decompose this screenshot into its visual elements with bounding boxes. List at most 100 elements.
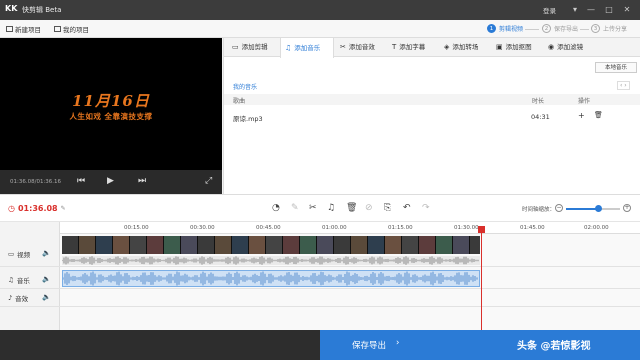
new-project-icon <box>6 26 13 32</box>
video-thumbnail <box>147 236 164 254</box>
ruler-tick: 01:15.00 <box>388 225 413 231</box>
ruler-tick: 00:45.00 <box>256 225 281 231</box>
music-clip[interactable] <box>62 270 480 287</box>
video-thumbnail <box>453 236 470 254</box>
tab-add-music[interactable]: ♫ 添加音乐 <box>280 38 334 58</box>
dropdown-icon[interactable]: ▾ <box>568 3 582 16</box>
video-thumbnail <box>317 236 334 254</box>
app-window: KK 快剪辑 Beta 登录 ▾ — □ ✕ 新建项目 我的项目 1 剪辑视频 … <box>0 0 640 360</box>
ruler-tick: 02:00.00 <box>584 225 609 231</box>
tab-add-clip[interactable]: ▭ 添加剪辑 <box>228 38 268 57</box>
track-divider <box>0 306 640 307</box>
tab-add-transition[interactable]: ◈ 添加转场 <box>440 38 478 57</box>
next-frame-icon[interactable]: ⏭ <box>138 176 146 186</box>
playhead-handle[interactable] <box>478 226 485 233</box>
step-save-export[interactable]: 2 保存导出 <box>542 24 578 33</box>
step-label: 保存导出 <box>554 26 579 33</box>
video-thumbnail <box>266 236 283 254</box>
video-thumbnail <box>164 236 181 254</box>
video-volume-icon[interactable]: 🔈 <box>42 249 51 257</box>
zoom-label: 时间轴缩放： <box>522 207 556 213</box>
video-thumbnail <box>130 236 147 254</box>
minimize-button[interactable]: — <box>584 3 598 16</box>
pencil-icon[interactable]: ✎ <box>291 203 299 213</box>
tab-label: 添加剪辑 <box>241 43 268 51</box>
playback-time: 01:36.08/01:36.16 <box>10 179 62 185</box>
step-edit-video[interactable]: 1 剪辑视频 <box>487 24 523 33</box>
fullscreen-icon[interactable]: ⤢ <box>205 176 212 186</box>
track-name: 音乐 <box>16 277 30 285</box>
track-divider <box>0 266 640 267</box>
video-thumbnail <box>402 236 419 254</box>
tab-add-cutout[interactable]: ▣ 添加抠图 <box>492 38 532 57</box>
prev-frame-icon[interactable]: ⏮ <box>77 176 85 186</box>
maximize-button[interactable]: □ <box>602 3 616 16</box>
new-project-label: 新建项目 <box>15 26 41 34</box>
music-volume-icon[interactable]: 🔈 <box>42 275 51 283</box>
bell-icon[interactable]: ♫ <box>327 203 335 213</box>
music-waveform-svg <box>62 271 478 286</box>
sfx-volume-icon[interactable]: 🔈 <box>42 293 51 301</box>
edit-time-icon[interactable]: ✎ <box>61 205 66 212</box>
playhead-line[interactable] <box>481 226 482 330</box>
clip-icon: ▭ <box>232 43 239 51</box>
time-ruler[interactable]: 00:15.00 00:30.00 00:45.00 01:00.00 01:1… <box>60 222 640 234</box>
save-export-label: 保存导出 <box>352 341 387 351</box>
transition-icon: ◈ <box>444 43 450 51</box>
trash-icon[interactable]: 🗑 <box>594 111 603 119</box>
video-thumbnail <box>96 236 113 254</box>
video-thumbnail <box>249 236 266 254</box>
copy-icon[interactable]: ⎘ <box>384 203 391 213</box>
zoom-in-icon[interactable]: + <box>623 204 631 212</box>
step-connector <box>525 29 539 30</box>
speed-icon[interactable]: ◔ <box>272 203 280 213</box>
redo-icon[interactable]: ↷ <box>422 203 430 213</box>
current-time-value: 01:36.08 <box>17 204 58 213</box>
video-thumbnail <box>62 236 79 254</box>
add-icon[interactable]: + <box>578 111 585 120</box>
video-clip[interactable] <box>62 236 480 254</box>
my-projects-button[interactable]: 我的项目 <box>54 24 89 34</box>
cutout-icon: ▣ <box>496 43 503 51</box>
col-action: 操作 <box>578 98 591 105</box>
zoom-out-icon[interactable]: − <box>555 204 563 212</box>
ruler-tick: 00:30.00 <box>190 225 215 231</box>
tab-add-filter[interactable]: ◉ 添加滤镜 <box>544 38 583 57</box>
video-thumbnail <box>368 236 385 254</box>
video-thumbnail <box>232 236 249 254</box>
undo-icon[interactable]: ↶ <box>403 203 411 213</box>
close-button[interactable]: ✕ <box>620 3 634 16</box>
tab-add-sound-effect[interactable]: ✂ 添加音效 <box>336 38 375 57</box>
track-divider <box>0 288 640 289</box>
tab-bar: ▭ 添加剪辑 ♫ 添加音乐 ✂ 添加音效 T 添加字幕 ◈ 添加转场 ▣ 添加抠图 ◉ 添加滤… <box>224 38 640 58</box>
menu-bar: 新建项目 我的项目 1 剪辑视频 2 保存导出 3 上传分享 <box>0 20 640 38</box>
media-panel: ▭ 添加剪辑 ♫ 添加音乐 ✂ 添加音效 T 添加字幕 ◈ 添加转场 ▣ 添加抠图 ◉ 添加滤… <box>223 38 640 194</box>
login-link[interactable]: 登录 <box>543 5 556 15</box>
video-waveform-svg <box>61 256 479 265</box>
new-project-button[interactable]: 新建项目 <box>6 24 41 34</box>
save-export-button[interactable]: 保存导出 › <box>320 330 640 360</box>
music-table-header: 歌曲 时长 操作 <box>224 94 640 105</box>
chevron-right-icon: › <box>396 338 400 348</box>
video-thumbnail <box>79 236 96 254</box>
video-thumbnail <box>300 236 317 254</box>
my-projects-label: 我的项目 <box>63 26 89 34</box>
scissors-icon[interactable]: ✂ <box>309 203 317 213</box>
app-logo: KK <box>5 4 18 13</box>
split-icon[interactable]: ⊘ <box>365 203 373 213</box>
music-track-icon: ♫ <box>8 276 14 284</box>
preview-title-text: 11月16日 <box>72 92 150 110</box>
local-music-button[interactable]: 本地音乐 <box>595 62 637 73</box>
song-name: 原谅.mp3 <box>233 115 263 123</box>
step-connector <box>580 29 589 30</box>
step-upload-share[interactable]: 3 上传分享 <box>591 24 627 33</box>
page-nav-arrows[interactable]: ‹ › <box>617 81 630 90</box>
table-row[interactable]: 原谅.mp3 04:31 + 🗑 <box>224 111 640 123</box>
delete-icon[interactable]: 🗑 <box>346 203 357 213</box>
scissors-icon: ✂ <box>340 43 346 51</box>
video-thumbnail <box>181 236 198 254</box>
tab-add-subtitle[interactable]: T 添加字幕 <box>388 38 425 57</box>
timeline-toolbar: ◷ 01:36.08 ✎ ◔ ✎ ✂ ♫ 🗑 ⊘ ⎘ ↶ ↷ 时间轴缩放： − … <box>0 194 640 222</box>
text-icon: T <box>392 43 397 51</box>
play-icon[interactable]: ▶ <box>107 176 114 186</box>
